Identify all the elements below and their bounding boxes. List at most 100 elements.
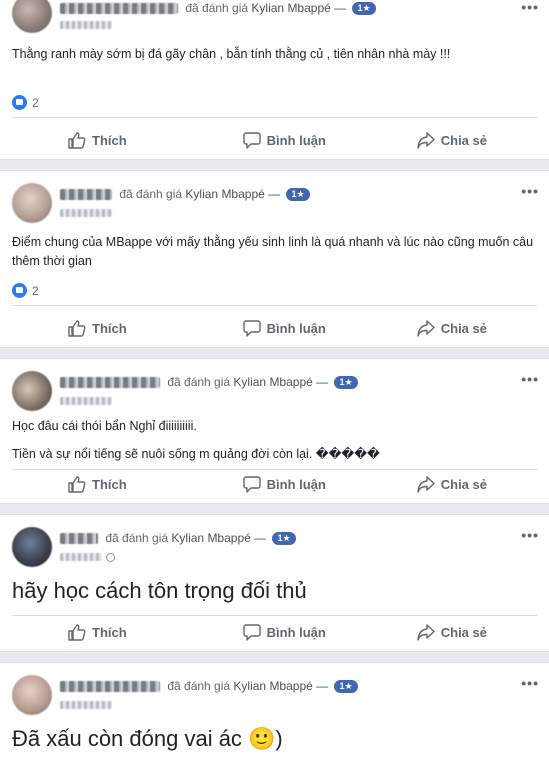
review-text-line2: Tiền và sự nổi tiếng sẽ nuôi sống m quản… <box>12 447 380 461</box>
more-options-icon[interactable]: ••• <box>521 675 539 691</box>
post-timestamp[interactable] <box>60 551 115 563</box>
divider <box>12 117 537 118</box>
review-post: đã đánh giá Kylian Mbappé — 1★ ••• Thằng… <box>0 0 549 160</box>
post-header: đã đánh giá Kylian Mbappé — 1★ <box>60 679 509 694</box>
avatar[interactable] <box>12 675 52 715</box>
divider <box>12 305 537 306</box>
comment-label: Bình luận <box>266 624 326 640</box>
page-link[interactable]: Kylian Mbappé — <box>251 1 346 15</box>
avatar[interactable] <box>12 371 52 411</box>
divider <box>12 615 537 616</box>
author-name-blurred[interactable] <box>60 681 160 693</box>
share-button[interactable]: Chia sẻ <box>352 313 549 343</box>
globe-icon <box>106 552 115 562</box>
post-timestamp[interactable] <box>60 699 112 711</box>
comment-icon <box>242 131 261 149</box>
rating-badge: 1★ <box>334 680 358 694</box>
author-name-blurred[interactable] <box>60 189 112 201</box>
like-button[interactable]: Thích <box>0 313 217 343</box>
like-label: Thích <box>92 132 127 148</box>
post-timestamp[interactable] <box>60 207 112 219</box>
share-button[interactable]: Chia sẻ <box>352 617 549 647</box>
reaction-summary[interactable]: 2 <box>12 283 39 298</box>
comment-icon <box>242 319 261 337</box>
share-icon <box>417 131 435 149</box>
post-header: đã đánh giá Kylian Mbappé — 1★ <box>60 531 509 546</box>
like-button[interactable]: Thích <box>0 617 217 647</box>
post-header: đã đánh giá Kylian Mbappé — 1★ <box>60 1 509 16</box>
like-count: 2 <box>32 95 39 110</box>
like-button[interactable]: Thích <box>0 125 217 155</box>
author-name-blurred[interactable] <box>60 533 98 545</box>
rating-badge: 1★ <box>334 376 358 390</box>
like-label: Thích <box>92 624 127 640</box>
avatar[interactable] <box>12 527 52 567</box>
share-label: Chia sẻ <box>440 476 487 492</box>
more-options-icon[interactable]: ••• <box>521 183 539 199</box>
thumbs-up-icon <box>68 623 86 641</box>
post-header: đã đánh giá Kylian Mbappé — 1★ <box>60 375 509 390</box>
share-label: Chia sẻ <box>440 624 487 640</box>
share-button[interactable]: Chia sẻ <box>352 469 549 499</box>
share-icon <box>417 319 435 337</box>
review-action-text: đã đánh giá <box>167 679 231 693</box>
share-label: Chia sẻ <box>440 132 487 148</box>
review-text: Đã xấu còn đóng vai ác 🙂) <box>12 726 283 751</box>
comment-icon <box>242 623 261 641</box>
page-link[interactable]: Kylian Mbappé — <box>233 375 328 389</box>
page-link[interactable]: Kylian Mbappé — <box>233 679 328 693</box>
like-reaction-icon <box>12 95 27 110</box>
review-text-line1: Học đâu cái thói bẩn Nghỉ điiiiiiiiii. <box>12 419 197 433</box>
post-timestamp[interactable] <box>60 19 112 31</box>
thumbs-up-icon <box>68 319 86 337</box>
share-label: Chia sẻ <box>440 320 487 336</box>
avatar[interactable] <box>12 0 52 33</box>
action-bar: Thích Bình luận Chia sẻ <box>0 313 549 343</box>
like-label: Thích <box>92 476 127 492</box>
thumbs-up-icon <box>68 475 86 493</box>
review-post: đã đánh giá Kylian Mbappé — 1★ ••• hãy h… <box>0 514 549 652</box>
like-label: Thích <box>92 320 127 336</box>
review-action-text: đã đánh giá <box>167 375 231 389</box>
comment-button[interactable]: Bình luận <box>217 125 352 155</box>
like-button[interactable]: Thích <box>0 469 217 499</box>
review-text: Thằng ranh mày sớm bị đá gãy chân , bẫn … <box>12 47 451 61</box>
action-bar: Thích Bình luận Chia sẻ <box>0 617 549 647</box>
more-options-icon[interactable]: ••• <box>521 0 539 15</box>
review-post: đã đánh giá Kylian Mbappé — 1★ ••• Học đ… <box>0 358 549 504</box>
comment-button[interactable]: Bình luận <box>217 617 352 647</box>
action-bar: Thích Bình luận Chia sẻ <box>0 469 549 499</box>
page-link[interactable]: Kylian Mbappé — <box>171 531 266 545</box>
thumbs-up-icon <box>68 131 86 149</box>
more-options-icon[interactable]: ••• <box>521 371 539 387</box>
share-button[interactable]: Chia sẻ <box>352 125 549 155</box>
review-text: hãy học cách tôn trọng đối thủ <box>12 578 307 603</box>
post-timestamp[interactable] <box>60 395 112 407</box>
share-icon <box>417 475 435 493</box>
avatar[interactable] <box>12 183 52 223</box>
comment-icon <box>242 475 261 493</box>
rating-badge: 1★ <box>286 188 310 202</box>
post-header: đã đánh giá Kylian Mbappé — 1★ <box>60 187 509 202</box>
action-bar: Thích Bình luận Chia sẻ <box>0 125 549 155</box>
rating-badge: 1★ <box>272 532 296 546</box>
comment-button[interactable]: Bình luận <box>217 313 352 343</box>
comment-button[interactable]: Bình luận <box>217 469 352 499</box>
comment-label: Bình luận <box>266 320 326 336</box>
review-post: đã đánh giá Kylian Mbappé — 1★ ••• Đã xấ… <box>0 662 549 762</box>
like-reaction-icon <box>12 283 27 298</box>
like-count: 2 <box>32 283 39 298</box>
reaction-summary[interactable]: 2 <box>12 95 39 110</box>
review-post: đã đánh giá Kylian Mbappé — 1★ ••• Điểm … <box>0 170 549 348</box>
review-action-text: đã đánh giá <box>119 187 183 201</box>
share-icon <box>417 623 435 641</box>
review-text: Điểm chung của MBappe với mấy thằng yếu … <box>12 235 534 268</box>
comment-label: Bình luận <box>266 132 326 148</box>
review-action-text: đã đánh giá <box>105 531 169 545</box>
page-link[interactable]: Kylian Mbappé — <box>185 187 280 201</box>
rating-badge: 1★ <box>352 2 376 16</box>
more-options-icon[interactable]: ••• <box>521 527 539 543</box>
author-name-blurred[interactable] <box>60 377 160 389</box>
review-action-text: đã đánh giá <box>185 1 249 15</box>
author-name-blurred[interactable] <box>60 3 178 15</box>
